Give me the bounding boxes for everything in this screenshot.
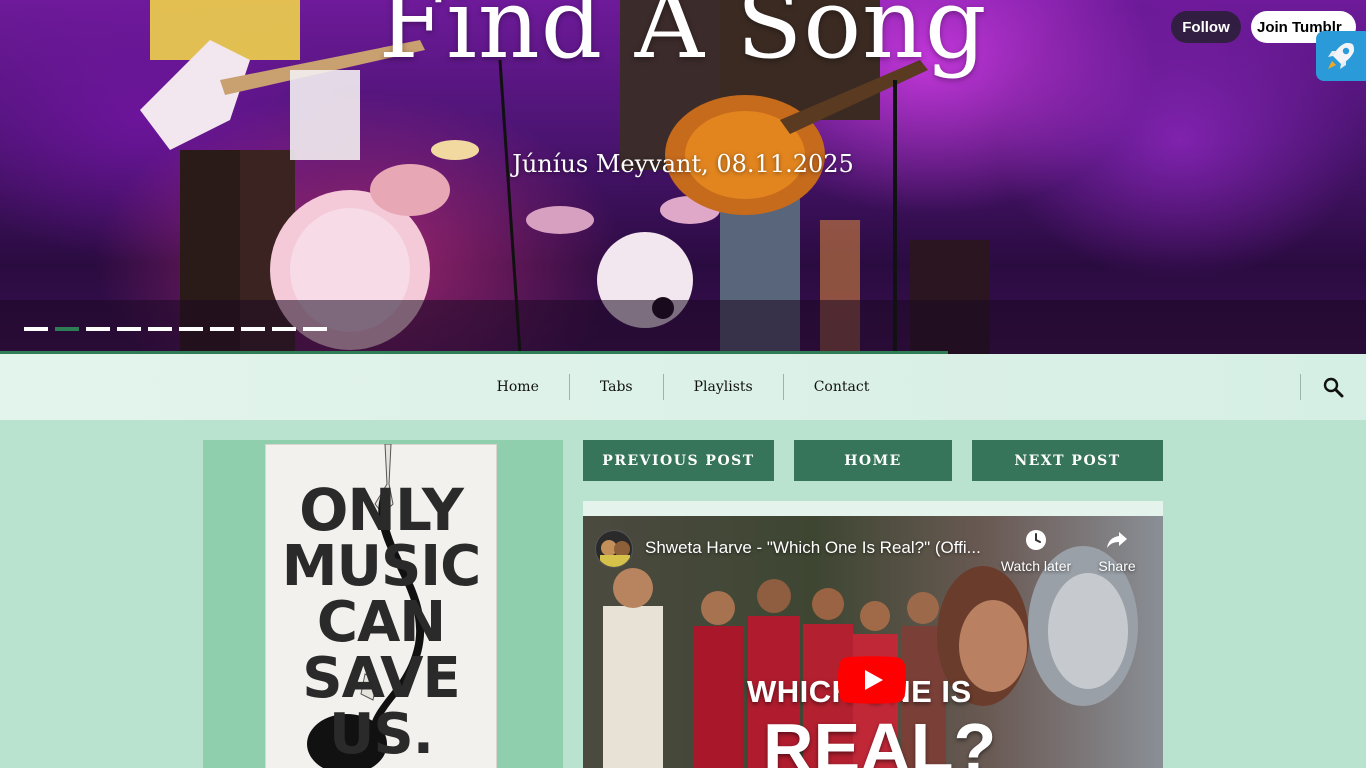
hero-caption: Júníus Meyvant, 08.11.2025 bbox=[512, 150, 854, 178]
slide-indicator[interactable] bbox=[86, 327, 110, 331]
share-button[interactable]: Share bbox=[1095, 528, 1139, 574]
hero-banner: Find A Song Júníus Meyvant, 08.11.2025 bbox=[0, 0, 1366, 354]
rocket-icon bbox=[1328, 43, 1354, 69]
share-label: Share bbox=[1098, 558, 1136, 574]
poster-line-5: US. bbox=[328, 702, 434, 767]
nav-item-home[interactable]: Home bbox=[467, 374, 569, 400]
rocket-button[interactable] bbox=[1316, 31, 1366, 81]
previous-post-button[interactable]: PREVIOUS POST bbox=[583, 440, 774, 481]
share-icon bbox=[1107, 532, 1127, 548]
watch-later-button[interactable]: Watch later bbox=[1000, 528, 1072, 574]
slide-indicator[interactable] bbox=[241, 327, 265, 331]
slide-indicator[interactable] bbox=[179, 327, 203, 331]
follow-button[interactable]: Follow bbox=[1171, 11, 1241, 43]
nav-item-playlists[interactable]: Playlists bbox=[664, 374, 783, 400]
video-title[interactable]: Shweta Harve - "Which One Is Real?" (Off… bbox=[645, 538, 981, 558]
play-button-icon[interactable] bbox=[838, 656, 906, 704]
slide-indicator[interactable] bbox=[210, 327, 234, 331]
clock-icon bbox=[1026, 530, 1046, 550]
youtube-video-embed[interactable]: Shweta Harve - "Which One Is Real?" (Off… bbox=[583, 516, 1163, 768]
sidebar-image: ONLY MUSIC CAN SAVE US. bbox=[203, 440, 563, 768]
main-navigation: Home Tabs Playlists Contact bbox=[0, 354, 1366, 420]
slide-indicator[interactable] bbox=[117, 327, 141, 331]
blog-title[interactable]: Find A Song bbox=[0, 0, 1366, 80]
channel-avatar[interactable] bbox=[595, 530, 633, 568]
nav-item-contact[interactable]: Contact bbox=[784, 374, 900, 400]
nav-item-tabs[interactable]: Tabs bbox=[570, 374, 663, 400]
slide-indicator-active[interactable] bbox=[55, 327, 79, 331]
slideshow-indicators bbox=[24, 327, 327, 331]
slide-indicator[interactable] bbox=[24, 327, 48, 331]
music-poster-image: ONLY MUSIC CAN SAVE US. bbox=[265, 444, 497, 768]
slide-indicator[interactable] bbox=[272, 327, 296, 331]
nav-divider bbox=[1300, 374, 1301, 400]
next-post-button[interactable]: NEXT POST bbox=[972, 440, 1163, 481]
search-icon[interactable] bbox=[1322, 376, 1344, 398]
home-button[interactable]: HOME bbox=[794, 440, 952, 481]
slide-indicator[interactable] bbox=[303, 327, 327, 331]
watch-later-label: Watch later bbox=[1000, 558, 1072, 574]
thumbnail-text-line2: REAL? bbox=[763, 709, 997, 768]
slide-indicator[interactable] bbox=[148, 327, 172, 331]
